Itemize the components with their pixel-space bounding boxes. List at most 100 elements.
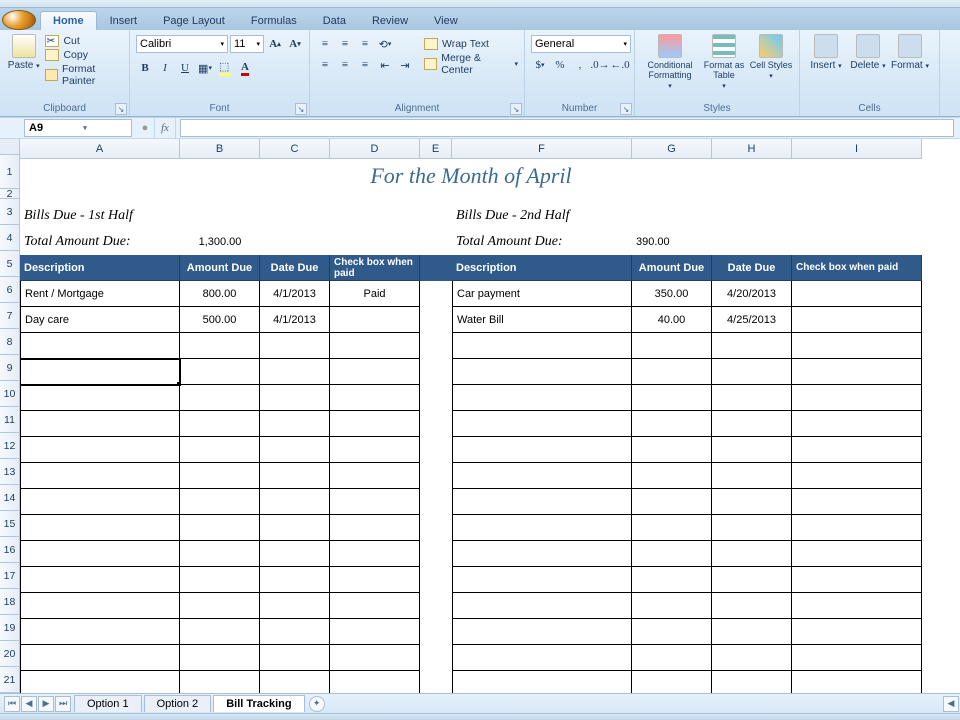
column-header-C[interactable]: C [260,139,330,159]
cell[interactable] [180,541,260,567]
column-header-D[interactable]: D [330,139,420,159]
cell[interactable] [632,619,712,645]
cell[interactable] [330,463,420,489]
align-bottom-button[interactable]: ≡ [356,35,374,53]
alignment-dialog-launcher[interactable]: ↘ [510,103,522,115]
row-header-14[interactable]: 14 [0,485,20,511]
row-header-13[interactable]: 13 [0,459,20,485]
cell[interactable] [20,437,180,463]
cell[interactable] [180,645,260,671]
cell[interactable]: Check box when paid [330,255,420,281]
cell[interactable] [180,193,260,203]
row-header-17[interactable]: 17 [0,563,20,589]
row-header-21[interactable]: 21 [0,667,20,693]
column-header-I[interactable]: I [792,139,922,159]
cell[interactable] [330,593,420,619]
cell[interactable] [180,567,260,593]
cell[interactable] [420,619,452,645]
cell[interactable] [712,359,792,385]
clipboard-dialog-launcher[interactable]: ↘ [115,103,127,115]
new-sheet-button[interactable]: ✦ [309,696,325,712]
cell[interactable]: Date Due [712,255,792,281]
cell[interactable] [330,671,420,693]
cell[interactable] [792,307,922,333]
cell[interactable]: Total Amount Due: [20,229,180,255]
insert-cells-button[interactable]: Insert ▾ [806,32,846,71]
copy-button[interactable]: Copy [45,49,123,61]
cell[interactable] [712,385,792,411]
cell[interactable] [712,619,792,645]
cell[interactable] [420,645,452,671]
cell[interactable] [452,619,632,645]
cell-styles-button[interactable]: Cell Styles▾ [749,32,793,81]
align-center-button[interactable]: ≡ [336,56,354,74]
cell[interactable] [420,411,452,437]
cell[interactable] [420,203,452,229]
cell[interactable] [20,463,180,489]
row-header-7[interactable]: 7 [0,303,20,329]
italic-button[interactable]: I [156,59,174,77]
cell[interactable] [330,437,420,463]
cell[interactable] [792,193,922,203]
cell[interactable] [712,411,792,437]
selected-cell[interactable] [20,359,180,385]
cell[interactable] [452,463,632,489]
cell[interactable] [180,463,260,489]
cell[interactable] [452,489,632,515]
font-name-combo[interactable]: Calibri▾ [136,35,228,53]
cell[interactable] [420,437,452,463]
cell[interactable] [452,567,632,593]
shrink-font-button[interactable]: A▾ [286,35,304,53]
number-dialog-launcher[interactable]: ↘ [620,103,632,115]
cell[interactable] [260,333,330,359]
cell[interactable] [330,489,420,515]
cell[interactable] [452,411,632,437]
row-header-2[interactable]: 2 [0,189,20,199]
row-header-20[interactable]: 20 [0,641,20,667]
cell[interactable] [180,593,260,619]
sheet-nav-next[interactable]: ▶ [38,696,54,712]
cell[interactable] [712,541,792,567]
border-button[interactable]: ▦▾ [196,59,214,77]
column-header-B[interactable]: B [180,139,260,159]
cell[interactable] [330,229,420,255]
cell[interactable] [632,541,712,567]
cells-area[interactable]: For the Month of AprilBills Due - 1st Ha… [20,159,960,693]
font-color-button[interactable]: A [236,59,254,77]
cell[interactable] [712,671,792,693]
sheet-nav-last[interactable]: ⏭ [55,696,71,712]
row-header-15[interactable]: 15 [0,511,20,537]
align-left-button[interactable]: ≡ [316,56,334,74]
cell[interactable] [792,593,922,619]
orientation-button[interactable]: ⟲▾ [376,35,394,53]
delete-cells-button[interactable]: Delete ▾ [848,32,888,71]
cell[interactable] [180,437,260,463]
cell[interactable]: 1,300.00 [180,229,260,255]
cell[interactable] [632,333,712,359]
cell[interactable] [180,385,260,411]
row-header-12[interactable]: 12 [0,433,20,459]
cell[interactable] [712,489,792,515]
name-box[interactable]: A9 ▾ [24,119,132,137]
row-header-10[interactable]: 10 [0,381,20,407]
cell[interactable] [452,359,632,385]
cell[interactable] [180,333,260,359]
cell[interactable] [452,437,632,463]
cell[interactable] [792,333,922,359]
wrap-text-button[interactable]: Wrap Text [424,38,518,50]
cell[interactable] [260,593,330,619]
cell[interactable] [452,671,632,693]
cell[interactable] [330,203,420,229]
format-as-table-button[interactable]: Format as Table▾ [699,32,749,91]
cell[interactable]: Day care [20,307,180,333]
column-header-G[interactable]: G [632,139,712,159]
align-middle-button[interactable]: ≡ [336,35,354,53]
bold-button[interactable]: B [136,59,154,77]
cut-button[interactable]: ✂Cut [45,35,123,47]
cell[interactable] [260,645,330,671]
cell[interactable] [330,333,420,359]
grow-font-button[interactable]: A▴ [266,35,284,53]
row-header-3[interactable]: 3 [0,199,20,225]
cell[interactable] [712,593,792,619]
cell[interactable]: 500.00 [180,307,260,333]
